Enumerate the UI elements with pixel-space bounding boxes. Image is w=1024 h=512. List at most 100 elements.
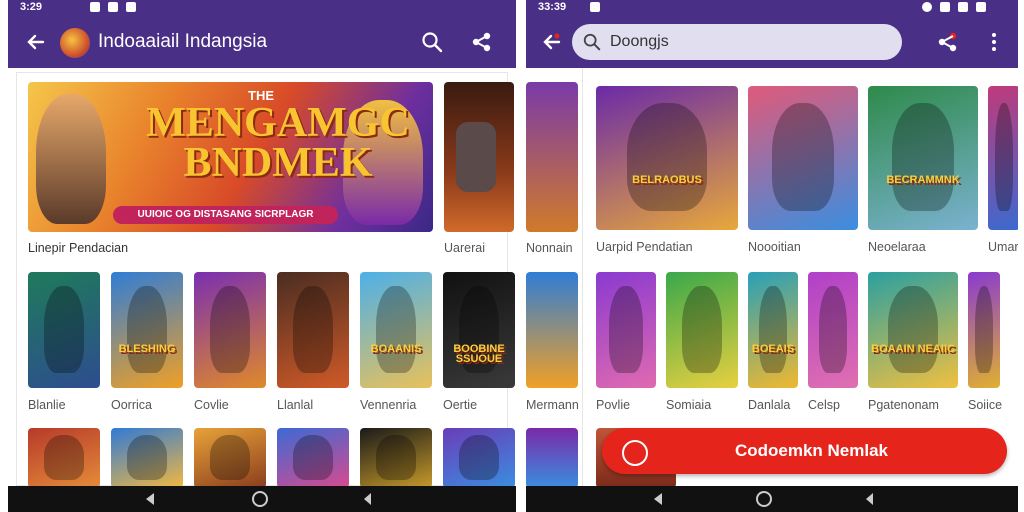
status-bar: 3:29 <box>8 0 516 16</box>
side-game-tile[interactable] <box>526 272 578 388</box>
game-tile[interactable] <box>194 428 266 488</box>
alarm-icon <box>922 2 932 12</box>
navigation-bar <box>526 486 1018 512</box>
app-bar: Indoaaiail Indangsia <box>8 16 516 68</box>
share-icon[interactable] <box>934 28 962 56</box>
back-arrow-icon[interactable] <box>22 28 50 56</box>
game-tile[interactable] <box>360 428 432 488</box>
search-icon[interactable] <box>418 28 446 56</box>
tile-caption: Oorrica <box>111 398 152 412</box>
signal-icon <box>958 2 968 12</box>
navigation-bar <box>8 486 516 512</box>
tile-caption: Danlala <box>748 398 791 412</box>
tile-caption: Llanlal <box>277 398 314 412</box>
game-tile[interactable] <box>988 86 1018 230</box>
tile-title: BECRAMMNK <box>886 174 960 186</box>
game-tile[interactable]: BELRAOBUS <box>596 86 738 230</box>
tile-caption: Neoelaraa <box>868 240 926 254</box>
tile-character <box>127 286 167 373</box>
search-input[interactable]: Doongjs <box>610 33 669 51</box>
status-time: 33:39 <box>538 1 567 13</box>
game-tile[interactable] <box>443 428 515 488</box>
tile-title: BOEAIS <box>751 343 795 355</box>
search-bar[interactable]: Doongjs <box>572 24 902 60</box>
tile-character <box>459 435 499 480</box>
battery-icon <box>976 2 986 12</box>
notification-icon <box>108 2 118 12</box>
back-nav-icon[interactable] <box>646 490 670 508</box>
search-icon <box>582 32 602 57</box>
game-tile[interactable]: BLESHING <box>111 272 183 388</box>
tile-caption: Povlie <box>596 398 631 412</box>
game-tile[interactable] <box>194 272 266 388</box>
featured-banner[interactable]: THE MENGAMGC BNDMEK UUIOIC OG DISTASANG … <box>28 82 433 232</box>
game-tile[interactable] <box>748 86 858 230</box>
tile-caption: Somiaia <box>666 398 712 412</box>
tile-character <box>609 286 643 373</box>
tile-character <box>975 286 993 373</box>
share-icon[interactable] <box>468 28 496 56</box>
game-tile[interactable]: BOEAIS <box>748 272 798 388</box>
game-tile[interactable] <box>596 272 656 388</box>
banner-caption: Linepir Pendacian <box>28 241 129 255</box>
tile-character <box>759 286 787 373</box>
tile-character <box>127 435 167 480</box>
wifi-icon <box>940 2 950 12</box>
tile-title: BELRAOBUS <box>632 174 702 186</box>
tile-title: BOAANIS <box>370 343 422 355</box>
tile-title: BOOBINE SSUOUE <box>453 343 505 366</box>
tile-character <box>888 286 938 373</box>
tile-character <box>210 286 250 373</box>
side-game-tile[interactable] <box>444 82 514 232</box>
game-tile[interactable] <box>666 272 738 388</box>
tile-caption: Uarpid Pendatian <box>596 240 693 254</box>
tile-character <box>293 286 333 373</box>
tile-character <box>682 286 722 373</box>
game-tile[interactable]: BOAANIS <box>360 272 432 388</box>
banner-title: MENGAMGC BNDMEK <box>146 100 410 186</box>
game-tile[interactable] <box>277 428 349 488</box>
tile-character <box>819 286 847 373</box>
tile-caption: Oertie <box>443 398 478 412</box>
side-game-tile[interactable] <box>526 428 578 488</box>
recents-nav-icon[interactable] <box>356 490 380 508</box>
tile-title: BLESHING <box>118 343 176 355</box>
game-tile[interactable]: BOOBINE SSUOUE <box>443 272 515 388</box>
tile-caption: Celsp <box>808 398 840 412</box>
recents-nav-icon[interactable] <box>858 490 882 508</box>
tile-character <box>44 435 84 480</box>
game-tile[interactable] <box>111 428 183 488</box>
game-tile[interactable] <box>808 272 858 388</box>
game-tile[interactable] <box>277 272 349 388</box>
tile-character <box>293 435 333 480</box>
tile-character <box>627 103 707 211</box>
tile-character <box>376 435 416 480</box>
tile-caption: Umar <box>988 240 1018 254</box>
notification-icon <box>126 2 136 12</box>
game-tile[interactable] <box>28 272 100 388</box>
home-nav-icon[interactable] <box>248 490 272 508</box>
tile-character <box>772 103 834 211</box>
game-tile[interactable]: BOAAIN NEAIIC <box>868 272 958 388</box>
more-options-icon[interactable] <box>980 28 1008 56</box>
status-icons <box>590 2 600 12</box>
tile-character <box>376 286 416 373</box>
side-caption: Mermann <box>526 398 579 412</box>
back-nav-icon[interactable] <box>138 490 162 508</box>
back-arrow-icon[interactable] <box>538 28 566 56</box>
side-game-tile[interactable] <box>526 82 578 232</box>
tile-character <box>995 103 1013 211</box>
game-tile[interactable] <box>28 428 100 488</box>
app-logo <box>60 28 90 58</box>
download-button-label: Codoemkn Nemlak <box>734 441 889 460</box>
tile-caption: Pgatenonam <box>868 398 939 412</box>
tile-caption: Blanlie <box>28 398 66 412</box>
home-nav-icon[interactable] <box>752 490 776 508</box>
side-caption: Nonnain <box>526 241 573 255</box>
notification-icon <box>590 2 600 12</box>
game-tile[interactable] <box>968 272 1000 388</box>
divider <box>582 68 583 486</box>
game-tile[interactable]: BECRAMMNK <box>868 86 978 230</box>
download-button[interactable]: Codoemkn Nemlak <box>602 428 1007 474</box>
app-bar: Doongjs <box>526 16 1018 68</box>
